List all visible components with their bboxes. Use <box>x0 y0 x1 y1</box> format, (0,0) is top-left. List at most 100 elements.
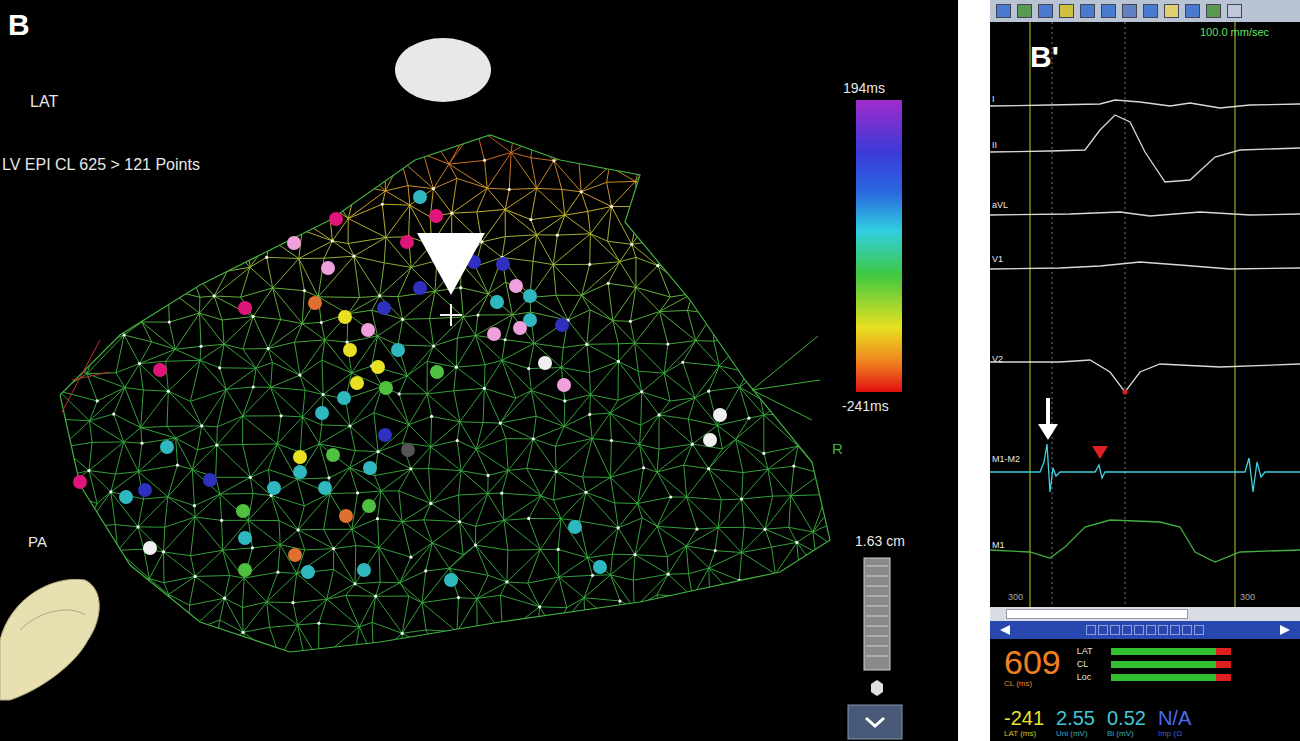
map-point[interactable] <box>343 343 357 357</box>
map-point[interactable] <box>378 428 392 442</box>
map-point[interactable] <box>490 295 504 309</box>
nav-segment[interactable] <box>1170 625 1180 635</box>
map-point[interactable] <box>326 448 340 462</box>
map-point[interactable] <box>293 465 307 479</box>
channel-label: I <box>992 94 995 104</box>
nav-segment[interactable] <box>1182 625 1192 635</box>
map-point[interactable] <box>593 560 607 574</box>
map-point[interactable] <box>143 541 157 555</box>
map-point[interactable] <box>361 323 375 337</box>
tool-icon[interactable] <box>1059 4 1074 18</box>
annotation-dot <box>1123 390 1128 395</box>
next-icon[interactable] <box>1278 624 1292 636</box>
map-point[interactable] <box>430 365 444 379</box>
map-point[interactable] <box>160 440 174 454</box>
map-point[interactable] <box>339 509 353 523</box>
map-point[interactable] <box>329 212 343 226</box>
nav-segments <box>1086 625 1204 635</box>
map-canvas[interactable] <box>0 0 958 741</box>
map-point[interactable] <box>267 481 281 495</box>
map-point[interactable] <box>315 406 329 420</box>
map-point[interactable] <box>555 318 569 332</box>
trace-line <box>990 100 1300 108</box>
map-point[interactable] <box>301 565 315 579</box>
map-point[interactable] <box>238 563 252 577</box>
down-arrow-icon <box>1038 398 1058 440</box>
nav-segment[interactable] <box>1134 625 1144 635</box>
tool-icon[interactable] <box>1227 4 1242 18</box>
tool-icon[interactable] <box>1164 4 1179 18</box>
map-point[interactable] <box>413 190 427 204</box>
map-point[interactable] <box>703 433 717 447</box>
map-panel[interactable]: BLATLV EPI CL 625 > 121 Points194ms-241m… <box>0 0 958 741</box>
map-point[interactable] <box>487 327 501 341</box>
map-point[interactable] <box>321 261 335 275</box>
quality-meter <box>1111 661 1231 668</box>
nav-segment[interactable] <box>1110 625 1120 635</box>
nav-segment[interactable] <box>1158 625 1168 635</box>
tool-icon[interactable] <box>996 4 1011 18</box>
map-point[interactable] <box>513 321 527 335</box>
value-cell: N/AImp (Ω <box>1158 708 1191 739</box>
map-point[interactable] <box>318 481 332 495</box>
scroll-thumb[interactable] <box>1006 609 1188 619</box>
map-point[interactable] <box>287 236 301 250</box>
tool-icon[interactable] <box>1206 4 1221 18</box>
map-point[interactable] <box>362 499 376 513</box>
hex-handle-icon[interactable] <box>871 680 883 696</box>
map-point[interactable] <box>429 209 443 223</box>
map-point[interactable] <box>523 289 537 303</box>
map-point[interactable] <box>379 381 393 395</box>
map-point[interactable] <box>308 296 322 310</box>
map-point[interactable] <box>413 281 427 295</box>
scrollbar[interactable] <box>990 607 1300 621</box>
channel-label: M1-M2 <box>992 454 1020 464</box>
map-point[interactable] <box>119 490 133 504</box>
map-point[interactable] <box>288 548 302 562</box>
map-point[interactable] <box>509 279 523 293</box>
nav-segment[interactable] <box>1146 625 1156 635</box>
tool-icon[interactable] <box>1017 4 1032 18</box>
map-point[interactable] <box>73 475 87 489</box>
map-point[interactable] <box>357 563 371 577</box>
nav-segment[interactable] <box>1194 625 1204 635</box>
tool-icon[interactable] <box>1143 4 1158 18</box>
map-point[interactable] <box>391 343 405 357</box>
map-point[interactable] <box>371 360 385 374</box>
map-point[interactable] <box>203 473 217 487</box>
map-point[interactable] <box>153 363 167 377</box>
map-point[interactable] <box>236 504 250 518</box>
map-point[interactable] <box>293 450 307 464</box>
map-point[interactable] <box>400 235 414 249</box>
map-point[interactable] <box>138 483 152 497</box>
map-point[interactable] <box>557 378 571 392</box>
map-point[interactable] <box>350 376 364 390</box>
tool-icon[interactable] <box>1038 4 1053 18</box>
heart-orientation-icon <box>0 579 99 700</box>
nav-segment[interactable] <box>1086 625 1096 635</box>
map-point[interactable] <box>713 408 727 422</box>
tool-icon[interactable] <box>1185 4 1200 18</box>
tool-icon[interactable] <box>1101 4 1116 18</box>
previous-icon[interactable] <box>998 624 1012 636</box>
figure: BLATLV EPI CL 625 > 121 Points194ms-241m… <box>0 0 1300 741</box>
map-point[interactable] <box>444 573 458 587</box>
tool-icon[interactable] <box>1122 4 1137 18</box>
map-point[interactable] <box>238 531 252 545</box>
time-mark: 300 <box>1008 592 1023 602</box>
scale-max-label: 194ms <box>843 80 885 96</box>
map-point[interactable] <box>363 461 377 475</box>
map-point[interactable] <box>496 257 510 271</box>
map-point[interactable] <box>377 301 391 315</box>
map-title: LV EPI CL 625 > 121 Points <box>2 156 200 174</box>
nav-segment[interactable] <box>1098 625 1108 635</box>
map-point[interactable] <box>538 356 552 370</box>
tool-icon[interactable] <box>1080 4 1095 18</box>
map-point[interactable] <box>568 520 582 534</box>
map-point[interactable] <box>338 310 352 324</box>
map-point[interactable] <box>337 391 351 405</box>
nav-segment[interactable] <box>1122 625 1132 635</box>
map-point[interactable] <box>401 443 415 457</box>
map-point[interactable] <box>238 301 252 315</box>
collapse-button[interactable] <box>848 705 902 739</box>
